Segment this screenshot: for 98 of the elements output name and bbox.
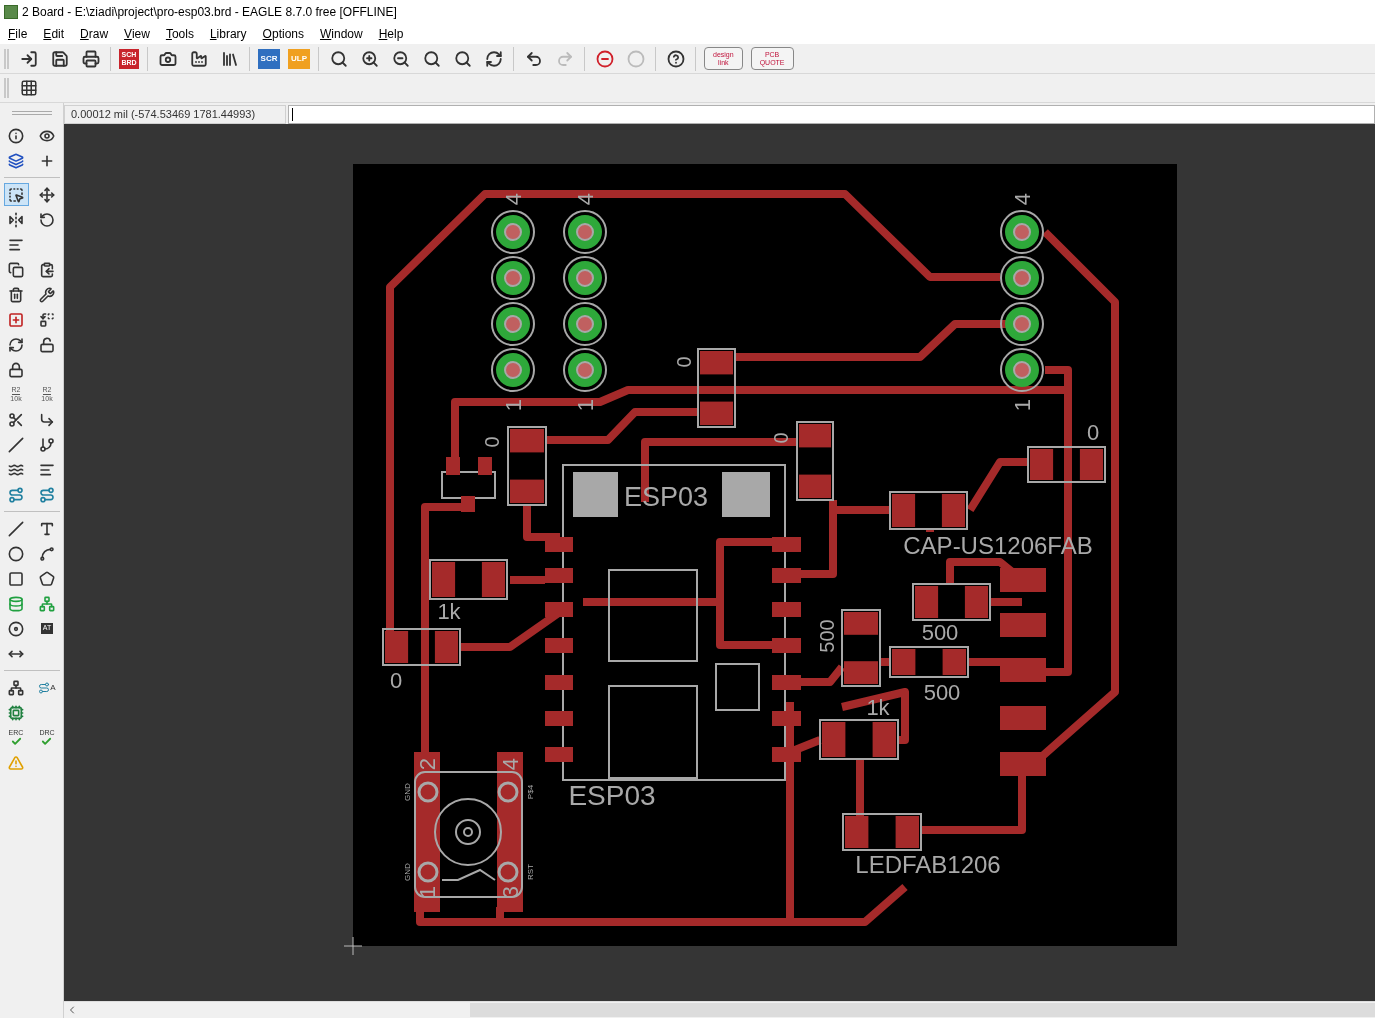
zoom-out-icon	[391, 49, 410, 68]
route-icon	[38, 681, 51, 694]
signal-icon	[39, 595, 55, 612]
board-label: 500	[923, 679, 961, 705]
board-label: 1k	[437, 598, 461, 624]
crosshair-cursor-icon	[343, 936, 363, 956]
cam-icon	[158, 49, 177, 68]
zoom-in-icon	[360, 49, 379, 68]
board-label: P$4	[525, 784, 535, 800]
board-label: 1	[500, 398, 526, 412]
delete-icon	[8, 286, 24, 303]
select-tool[interactable]	[3, 183, 29, 206]
polygon-icon	[39, 570, 55, 587]
toolbar-grip[interactable]	[4, 48, 9, 69]
board-label: 0	[1086, 419, 1100, 445]
hole-icon	[8, 620, 24, 637]
board-label: GND	[402, 783, 412, 801]
board-label: GND	[402, 863, 412, 881]
menu-item[interactable]: Help	[370, 24, 412, 43]
window-title: 2 Board - E:\ziadi\project\pro-esp03.brd - EAGLE 8.7.0 free [OFFLINE]	[22, 3, 397, 21]
menu-item[interactable]: Options	[254, 24, 312, 43]
smash-icon	[8, 411, 24, 428]
menu-item[interactable]: Window	[312, 24, 371, 43]
board-label: 4	[500, 192, 526, 206]
redo-icon	[555, 49, 574, 68]
menu-item[interactable]: Edit	[35, 24, 73, 43]
app-icon	[4, 4, 18, 19]
check-icon	[41, 735, 53, 747]
redraw-icon	[484, 49, 503, 68]
coordinate-display: 0.00012 mil (-574.53469 1781.44993)	[64, 105, 286, 124]
board-label: 1	[414, 885, 440, 899]
info-icon	[8, 127, 24, 144]
board-label: ESP03	[568, 779, 656, 811]
help-icon	[666, 49, 685, 68]
stop-icon	[595, 49, 614, 68]
script-button[interactable]: SCR	[258, 48, 280, 69]
board-label: 500	[816, 619, 838, 653]
board-label: 4	[572, 192, 598, 206]
menu-item[interactable]: File	[0, 24, 36, 43]
board-label: 2	[414, 757, 440, 771]
board-label: RST	[525, 864, 535, 880]
print-icon	[81, 49, 100, 68]
board-label: 0	[481, 436, 503, 448]
board-label: 500	[921, 619, 959, 645]
menu-item[interactable]: Tools	[157, 24, 202, 43]
go-icon	[626, 49, 645, 68]
board-label: 1	[572, 398, 598, 412]
optimize-icon	[39, 436, 55, 453]
paste-icon	[39, 261, 55, 278]
line-icon	[8, 520, 24, 537]
menu-item[interactable]: Draw	[72, 24, 117, 43]
select-icon	[8, 186, 24, 203]
lock-icon	[8, 361, 24, 378]
library-icon	[220, 49, 239, 68]
ratsnest-icon	[8, 679, 24, 696]
rotate-icon	[39, 211, 55, 228]
mirror-icon	[8, 211, 24, 228]
horizontal-scrollbar[interactable]	[64, 1001, 1375, 1018]
zoom-select-icon	[422, 49, 441, 68]
swap-icon	[8, 336, 24, 353]
route-icon	[8, 486, 24, 503]
chip-icon	[8, 704, 24, 721]
board-label: 1	[1009, 398, 1035, 412]
zoom-fit-icon	[329, 49, 348, 68]
arc-icon	[39, 545, 55, 562]
board-label: 0	[673, 356, 695, 368]
zoom-menu-icon	[453, 49, 472, 68]
open-icon	[19, 49, 38, 68]
move-icon	[39, 186, 55, 203]
via-icon	[8, 595, 24, 612]
board-label: 4	[1009, 192, 1035, 206]
lock-menu-icon	[39, 336, 55, 353]
ripup-icon	[39, 486, 55, 503]
menu-item[interactable]: View	[116, 24, 158, 43]
replace-icon	[39, 311, 55, 328]
warning-icon	[8, 754, 24, 771]
board-label: 0	[770, 432, 792, 444]
miter-icon	[39, 411, 55, 428]
undo-icon	[524, 49, 543, 68]
rect-icon	[8, 570, 24, 587]
factory-icon	[189, 49, 208, 68]
board-label: 4	[497, 757, 523, 771]
check-icon	[10, 735, 22, 747]
board-label: 0	[389, 667, 403, 693]
menu-item[interactable]: Library	[201, 24, 255, 43]
layers-icon	[8, 152, 24, 169]
board-label: LEDFAB1206	[855, 850, 1001, 878]
split-icon	[8, 436, 24, 453]
save-icon	[50, 49, 69, 68]
board-label: 1k	[866, 694, 890, 720]
toolbar-grip[interactable]	[4, 78, 9, 98]
command-input[interactable]	[288, 105, 1375, 124]
add-icon	[8, 311, 24, 328]
text-icon	[39, 520, 55, 537]
board-label: ESP03	[623, 482, 709, 512]
copy-icon	[8, 261, 24, 278]
wrench-icon	[39, 286, 55, 303]
circle-icon	[8, 545, 24, 562]
